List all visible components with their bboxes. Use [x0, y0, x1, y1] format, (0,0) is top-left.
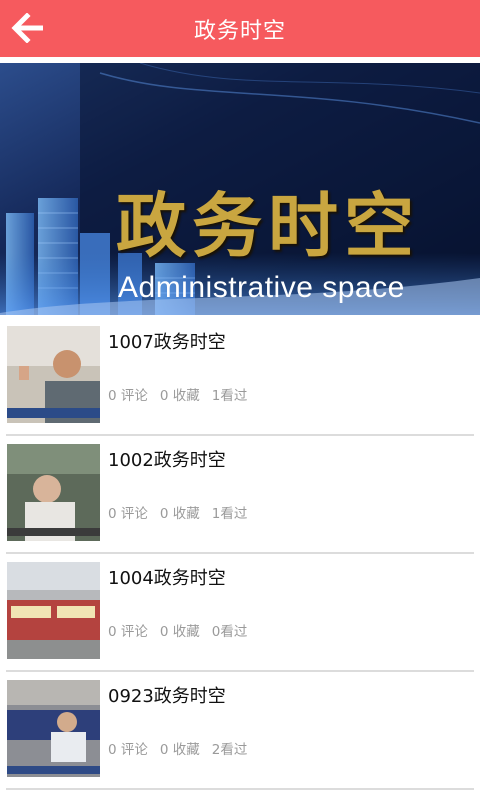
item-meta: 0 评论 0 收藏 1看过 — [108, 502, 247, 522]
back-button[interactable] — [6, 8, 50, 48]
banner-title-chinese: 政务时空 — [116, 185, 420, 267]
top-bar: 政务时空 — [0, 0, 480, 57]
item-title: 0923政务时空 — [108, 686, 226, 707]
item-title: 1007政务时空 — [108, 332, 226, 353]
list-item[interactable]: 1007政务时空 0 评论 0 收藏 1看过 — [0, 318, 480, 436]
video-thumbnail — [7, 326, 100, 423]
list-item[interactable]: 1004政务时空 0 评论 0 收藏 0看过 — [0, 554, 480, 672]
item-title: 1004政务时空 — [108, 568, 226, 589]
banner-image[interactable]: 政务时空 Administrative space — [0, 63, 480, 315]
favorite-count: 0 收藏 — [159, 388, 200, 404]
item-meta: 0 评论 0 收藏 1看过 — [108, 384, 247, 404]
favorite-count: 0 收藏 — [159, 742, 200, 758]
view-count: 0看过 — [211, 624, 248, 640]
video-thumbnail — [7, 444, 100, 541]
view-count: 2看过 — [211, 742, 248, 758]
item-meta: 0 评论 0 收藏 0看过 — [108, 620, 247, 640]
video-thumbnail — [7, 562, 100, 659]
comment-count: 0 评论 — [108, 624, 148, 640]
item-title: 1002政务时空 — [108, 450, 226, 471]
comment-count: 0 评论 — [108, 388, 148, 404]
video-thumbnail — [7, 680, 100, 777]
banner-title-english: Administrative space — [118, 271, 405, 304]
view-count: 1看过 — [211, 506, 248, 522]
list-item[interactable]: 1002政务时空 0 评论 0 收藏 1看过 — [0, 436, 480, 554]
comment-count: 0 评论 — [108, 506, 148, 522]
favorite-count: 0 收藏 — [159, 506, 200, 522]
page-title: 政务时空 — [193, 18, 286, 44]
list-item[interactable]: 0923政务时空 0 评论 0 收藏 2看过 — [0, 672, 480, 790]
comment-count: 0 评论 — [108, 742, 148, 758]
back-arrow-icon — [11, 13, 43, 43]
item-meta: 0 评论 0 收藏 2看过 — [108, 738, 247, 758]
divider — [6, 788, 474, 790]
video-list: 1007政务时空 0 评论 0 收藏 1看过 1002政务时空 0 评论 0 收… — [0, 318, 480, 790]
favorite-count: 0 收藏 — [159, 624, 200, 640]
view-count: 1看过 — [211, 388, 248, 404]
